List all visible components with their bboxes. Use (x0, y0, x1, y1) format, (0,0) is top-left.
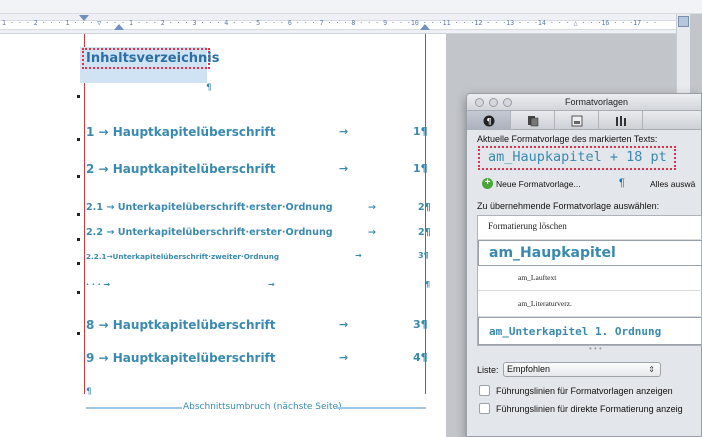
paragraph-anchor (77, 138, 80, 141)
paragraph-anchor (77, 213, 80, 216)
panel-tabbar: ¶ (467, 111, 701, 130)
apply-style-label: Zu übernehmende Formatvorlage auswählen: (477, 201, 660, 211)
style-guides-label: Führungslinien für Formatvorlagen anzeig… (496, 386, 673, 396)
toc-entry[interactable]: 2.1 → Unterkapitelüberschrift·erster·Ord… (86, 202, 333, 213)
toc-entry[interactable]: 8 → Hauptkapitelüberschrift (86, 318, 276, 332)
resize-handle[interactable]: • • • (589, 344, 602, 353)
toc-entry-tab: → (368, 227, 376, 238)
paragraph-anchor (77, 95, 80, 98)
toc-heading[interactable]: Inhaltsverzeichnis (86, 51, 219, 66)
current-style-label: Aktuelle Formatvorlage des markierten Te… (477, 134, 658, 144)
toc-entry-page: 1¶ (413, 125, 428, 138)
select-all-button[interactable]: Alles auswä (650, 179, 695, 189)
panel-title: Formatvorlagen (565, 97, 629, 107)
toc-entry-page: 3¶ (413, 318, 428, 331)
style-am-lauftext[interactable]: am_Lauftext (478, 266, 702, 291)
toc-entry[interactable]: · · · → (86, 280, 110, 289)
svg-text:¶: ¶ (486, 117, 491, 126)
toc-entry-tab: → (339, 318, 349, 331)
document-icon[interactable] (555, 111, 599, 130)
direct-format-guides-label: Führungslinien für direkte Formatierung … (496, 404, 683, 414)
minimize-icon[interactable] (489, 98, 498, 107)
toc-entry[interactable]: 2.2.1→Unterkapitelüberschrift·zweiter·Or… (86, 252, 279, 261)
paragraph-anchor (77, 238, 80, 241)
toc-entry[interactable]: 9 → Hauptkapitelüberschrift (86, 351, 276, 365)
toc-entry-page: 3¶ (418, 251, 429, 260)
paragraph-anchor (77, 291, 80, 294)
paragraph-anchor (77, 175, 80, 178)
direct-format-guides-checkbox[interactable] (479, 403, 490, 414)
select-cursor-icon[interactable]: ¶ (619, 177, 625, 189)
paragraph-anchor (77, 262, 80, 265)
style-am-unterkapitel-1[interactable]: am_Unterkapitel 1. Ordnung (478, 317, 702, 345)
section-break-line-right (336, 407, 426, 409)
columns-icon[interactable] (599, 111, 643, 130)
toc-entry-page: 1¶ (413, 162, 428, 175)
left-margin-line (84, 34, 85, 394)
close-icon[interactable] (475, 98, 484, 107)
ruler-numbers: 1 · · · 2 · · · 1 · · · ▽ · · · 1 · · · … (2, 19, 658, 27)
list-label: Liste: (477, 365, 499, 375)
toc-entry-tab: → (339, 351, 349, 364)
toc-entry-page: 2¶ (418, 202, 431, 213)
chevron-updown-icon: ⇕ (648, 365, 655, 374)
add-icon[interactable]: + (482, 178, 493, 189)
panel-title-bar[interactable]: Formatvorlagen (467, 94, 701, 111)
toc-entry-tab: → (268, 280, 275, 289)
split-view-button[interactable] (678, 16, 689, 27)
heading-pilcrow: ¶ (206, 83, 212, 93)
current-style-value: am_Haupkapitel + 18 pt (488, 149, 667, 165)
paragraph-anchor (77, 332, 80, 335)
toc-entry[interactable]: 2 → Hauptkapitelüberschrift (86, 162, 276, 176)
list-filter-select[interactable]: Empfohlen ⇕ (503, 362, 661, 377)
word-window: 1 · · · 2 · · · 1 · · · ▽ · · · 1 · · · … (0, 0, 702, 437)
hanging-indent-marker[interactable] (114, 24, 124, 30)
copy-icon[interactable] (511, 111, 555, 130)
style-am-literaturverz[interactable]: am_Literaturverz. (478, 291, 702, 317)
toc-entry-tab: → (368, 202, 376, 213)
first-line-indent-marker[interactable] (79, 15, 89, 21)
zoom-icon[interactable] (503, 98, 512, 107)
style-am-haupkapitel[interactable]: am_Haupkapitel (478, 240, 702, 266)
right-margin-line (425, 34, 426, 394)
toc-entry[interactable]: 2.2 → Unterkapitelüberschrift·erster·Ord… (86, 227, 333, 238)
section-break-label: Abschnittsumbruch (nächste Seite) (183, 402, 342, 412)
pilcrow-icon[interactable]: ¶ (467, 111, 511, 130)
toc-entry-tab: → (339, 125, 349, 138)
section-break-line-left (86, 407, 182, 409)
toc-entry-page: 2¶ (418, 227, 431, 238)
toc-entry-page: ¶ (425, 280, 431, 289)
style-guides-checkbox[interactable] (479, 385, 490, 396)
styles-list[interactable]: Formatierung löschen am_Haupkapitel am_L… (477, 215, 702, 346)
end-pilcrow: ¶ (86, 387, 92, 397)
style-clear-formatting[interactable]: Formatierung löschen (478, 216, 702, 240)
toc-entry-tab: → (339, 162, 349, 175)
list-filter-value: Empfohlen (507, 364, 551, 374)
horizontal-ruler[interactable]: 1 · · · 2 · · · 1 · · · ▽ · · · 1 · · · … (0, 14, 690, 34)
toc-entry-tab: → (355, 251, 362, 260)
new-style-button[interactable]: Neue Formatvorlage... (496, 179, 581, 189)
right-indent-marker[interactable] (420, 24, 430, 30)
toc-entry[interactable]: 1 → Hauptkapitelüberschrift (86, 125, 276, 139)
window-top-band (0, 0, 702, 14)
toc-entry-page: 4¶ (413, 351, 428, 364)
